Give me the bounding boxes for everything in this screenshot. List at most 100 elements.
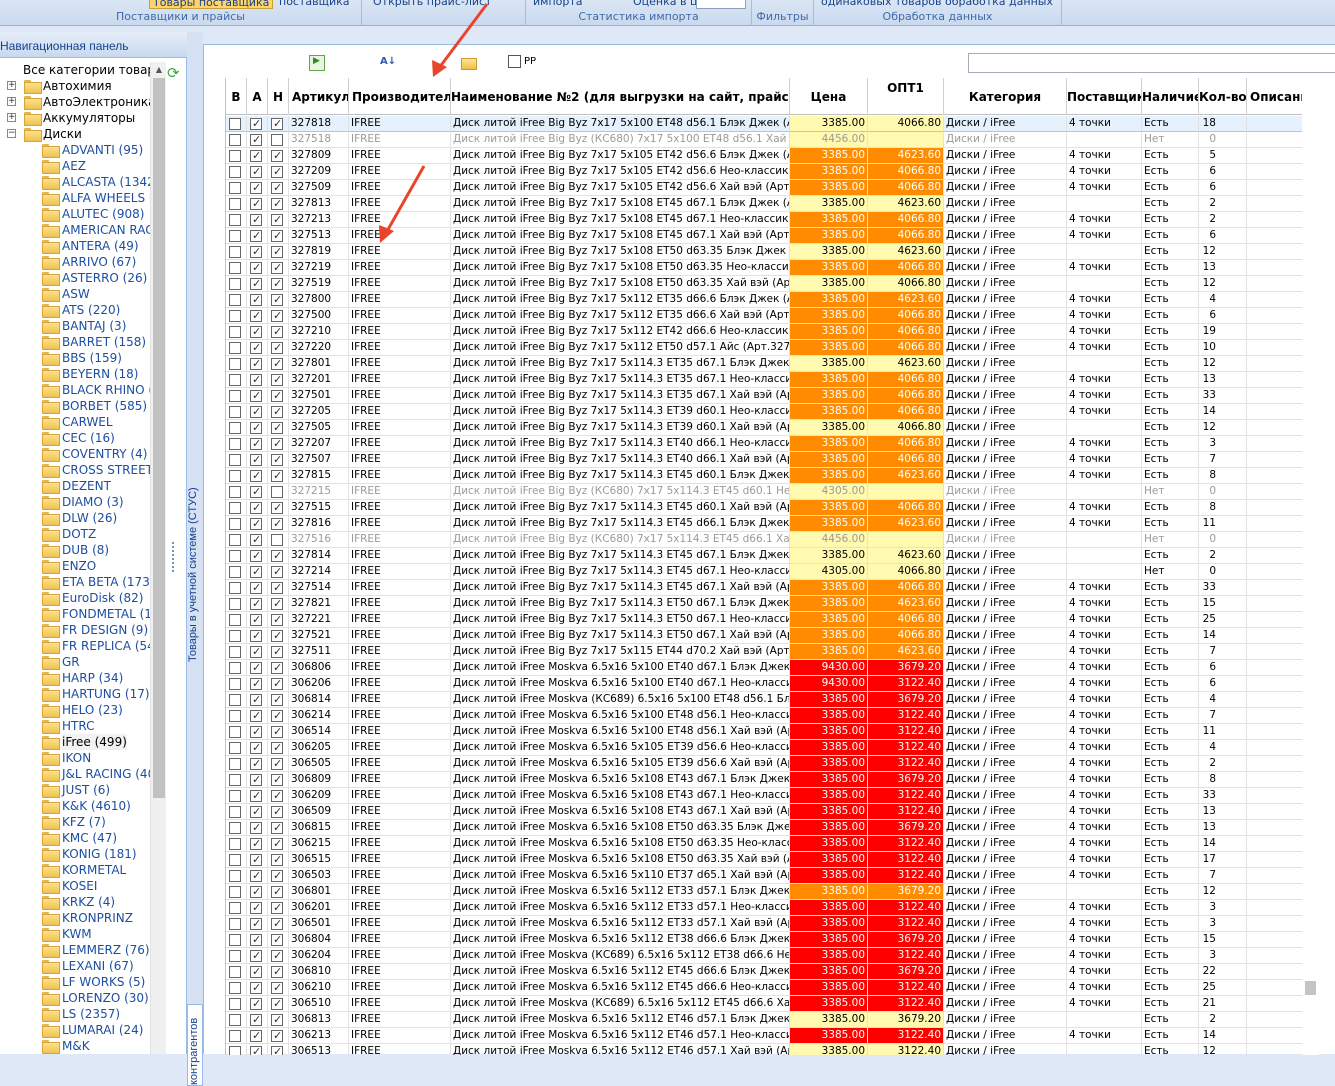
scroll-up-icon[interactable]: ▲ <box>151 62 167 78</box>
table-row[interactable]: 306501IFREEДиск литой iFree Moskva 6.5x1… <box>226 916 1302 932</box>
nav-scroll-thumb[interactable] <box>153 78 165 798</box>
row-checkbox[interactable] <box>250 500 262 515</box>
table-row[interactable]: 306215IFREEДиск литой iFree Moskva 6.5x1… <box>226 836 1302 852</box>
row-checkbox[interactable] <box>271 516 283 531</box>
row-checkbox[interactable] <box>250 196 262 211</box>
row-checkbox[interactable] <box>250 420 262 435</box>
row-checkbox[interactable] <box>250 452 262 467</box>
export-icon[interactable] <box>309 55 325 71</box>
row-checkbox[interactable] <box>229 198 241 210</box>
tab-products-in-system[interactable]: Товары в учетной системе (СТУС) <box>187 452 203 662</box>
row-checkbox[interactable] <box>271 534 283 546</box>
row-checkbox[interactable] <box>250 644 262 659</box>
column-header[interactable]: Кол-во <box>1199 78 1247 115</box>
row-checkbox[interactable] <box>229 966 241 978</box>
table-row[interactable]: 327515IFREEДиск литой iFree Big Byz 7x17… <box>226 500 1302 516</box>
row-checkbox[interactable] <box>229 806 241 818</box>
row-checkbox[interactable] <box>229 566 241 578</box>
row-checkbox[interactable] <box>271 836 283 851</box>
row-checkbox[interactable] <box>250 228 262 243</box>
table-row[interactable]: 327816IFREEДиск литой iFree Big Byz 7x17… <box>226 516 1302 532</box>
row-checkbox[interactable] <box>271 628 283 643</box>
row-checkbox[interactable] <box>271 1012 283 1027</box>
row-checkbox[interactable] <box>271 708 283 723</box>
column-header[interactable]: Н <box>268 78 289 115</box>
folder-icon[interactable] <box>460 55 477 71</box>
row-checkbox[interactable] <box>271 196 283 211</box>
row-checkbox[interactable] <box>250 260 262 275</box>
row-checkbox[interactable] <box>229 710 241 722</box>
table-row[interactable]: 327220IFREEДиск литой iFree Big Byz 7x17… <box>226 340 1302 356</box>
row-checkbox[interactable] <box>271 772 283 787</box>
column-header[interactable]: Категория <box>944 78 1067 115</box>
row-checkbox[interactable] <box>250 532 262 547</box>
row-checkbox[interactable] <box>229 438 241 450</box>
table-row[interactable]: 327219IFREEДиск литой iFree Big Byz 7x17… <box>226 260 1302 276</box>
column-header[interactable]: Наименование №2 (для выгрузки на сайт, п… <box>451 78 790 115</box>
row-checkbox[interactable] <box>250 212 262 227</box>
row-checkbox[interactable] <box>250 868 262 883</box>
row-checkbox[interactable] <box>250 244 262 259</box>
row-checkbox[interactable] <box>271 548 283 563</box>
row-checkbox[interactable] <box>229 182 241 194</box>
row-checkbox[interactable] <box>271 580 283 595</box>
table-row[interactable]: 306515IFREEДиск литой iFree Moskva 6.5x1… <box>226 852 1302 868</box>
table-row[interactable]: 327801IFREEДиск литой iFree Big Byz 7x17… <box>226 356 1302 372</box>
row-checkbox[interactable] <box>250 372 262 387</box>
row-checkbox[interactable] <box>250 948 262 963</box>
table-row[interactable]: 306509IFREEДиск литой iFree Moskva 6.5x1… <box>226 804 1302 820</box>
table-row[interactable]: 327809IFREEДиск литой iFree Big Byz 7x17… <box>226 148 1302 164</box>
row-checkbox[interactable] <box>250 804 262 819</box>
row-checkbox[interactable] <box>250 852 262 867</box>
row-checkbox[interactable] <box>271 1028 283 1043</box>
table-row[interactable]: 327815IFREEДиск литой iFree Big Byz 7x17… <box>226 468 1302 484</box>
row-checkbox[interactable] <box>271 756 283 771</box>
table-row[interactable]: 327210IFREEДиск литой iFree Big Byz 7x17… <box>226 324 1302 340</box>
column-header[interactable]: Наличие <box>1142 78 1199 115</box>
row-checkbox[interactable] <box>271 244 283 259</box>
table-row[interactable]: 306809IFREEДиск литой iFree Moskva 6.5x1… <box>226 772 1302 788</box>
row-checkbox[interactable] <box>250 756 262 771</box>
row-checkbox[interactable] <box>271 852 283 867</box>
row-checkbox[interactable] <box>271 596 283 611</box>
column-header[interactable]: В <box>226 78 247 115</box>
table-row[interactable]: 306505IFREEДиск литой iFree Moskva 6.5x1… <box>226 756 1302 772</box>
row-checkbox[interactable] <box>250 900 262 915</box>
row-checkbox[interactable] <box>229 246 241 258</box>
row-checkbox[interactable] <box>271 644 283 659</box>
row-checkbox[interactable] <box>271 324 283 339</box>
row-checkbox[interactable] <box>229 134 241 146</box>
row-checkbox[interactable] <box>271 916 283 931</box>
table-row[interactable]: 327514IFREEДиск литой iFree Big Byz 7x17… <box>226 580 1302 596</box>
table-row[interactable]: 306214IFREEДиск литой iFree Moskva 6.5x1… <box>226 708 1302 724</box>
row-checkbox[interactable] <box>229 310 241 322</box>
row-checkbox[interactable] <box>250 772 262 787</box>
row-checkbox[interactable] <box>229 870 241 882</box>
table-row[interactable]: 306209IFREEДиск литой iFree Moskva 6.5x1… <box>226 788 1302 804</box>
row-checkbox[interactable] <box>229 918 241 930</box>
row-checkbox[interactable] <box>250 404 262 419</box>
row-checkbox[interactable] <box>271 356 283 371</box>
row-checkbox[interactable] <box>271 676 283 691</box>
row-checkbox[interactable] <box>271 372 283 387</box>
table-row[interactable]: 306813IFREEДиск литой iFree Moskva 6.5x1… <box>226 1012 1302 1028</box>
ribbon-button-data-processing[interactable]: обработка данных <box>942 0 1056 9</box>
row-checkbox[interactable] <box>229 214 241 226</box>
row-checkbox[interactable] <box>229 486 241 498</box>
column-header[interactable]: ОПТ1 <box>868 78 944 115</box>
row-checkbox[interactable] <box>229 886 241 898</box>
refresh-icon[interactable]: ⟳ <box>167 65 183 81</box>
row-checkbox[interactable] <box>229 902 241 914</box>
row-checkbox[interactable] <box>250 484 262 499</box>
row-checkbox[interactable] <box>229 790 241 802</box>
row-checkbox[interactable] <box>271 308 283 323</box>
column-header[interactable]: Артикул <box>289 78 349 115</box>
row-checkbox[interactable] <box>229 742 241 754</box>
table-row[interactable]: 306205IFREEДиск литой iFree Moskva 6.5x1… <box>226 740 1302 756</box>
row-checkbox[interactable] <box>229 982 241 994</box>
row-checkbox[interactable] <box>229 406 241 418</box>
nav-scrollbar[interactable]: ▲ <box>150 62 166 1054</box>
row-checkbox[interactable] <box>250 564 262 579</box>
table-row[interactable]: 306503IFREEДиск литой iFree Moskva 6.5x1… <box>226 868 1302 884</box>
row-checkbox[interactable] <box>229 150 241 162</box>
